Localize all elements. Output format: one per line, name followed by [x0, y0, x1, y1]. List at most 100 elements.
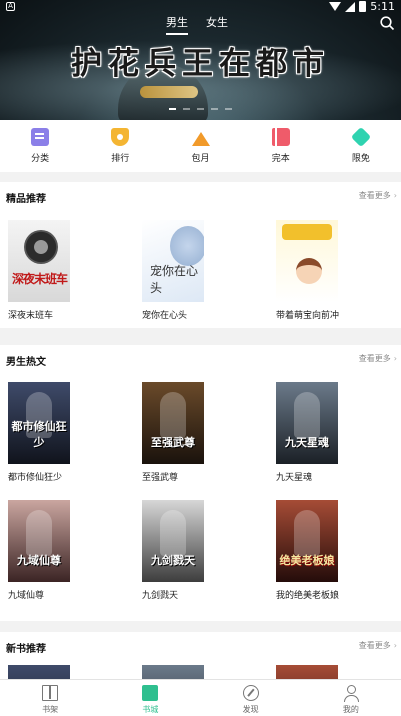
user-icon [343, 685, 359, 702]
category-icon [31, 128, 50, 146]
cover-text: 宠你在心头 [150, 264, 199, 295]
nav-monthly-label: 包月 [191, 154, 210, 164]
tab-male[interactable]: 男生 [166, 14, 188, 35]
book-title: 深夜末班车 [8, 311, 54, 321]
chevron-right-icon: › [393, 191, 397, 200]
status-bar: A 5:11 [0, 0, 401, 14]
book-cover [276, 220, 338, 302]
carousel-dot[interactable] [197, 108, 204, 110]
cover-art [296, 258, 322, 284]
book-title: 至强武尊 [142, 473, 179, 483]
book-cover[interactable] [142, 665, 204, 679]
nav-category[interactable]: 分类 [0, 120, 80, 172]
book-card[interactable]: 九剑戮天 九剑戮天 [142, 500, 232, 601]
tab-label: 书城 [142, 705, 159, 714]
book-cover: 绝美老板娘 [276, 500, 338, 582]
view-more-link[interactable]: 查看更多 › [359, 353, 397, 364]
section-title: 男生热文 [6, 357, 46, 368]
tab-bookshelf[interactable]: 书架 [0, 680, 100, 716]
section-header: 精品推荐 查看更多 › [0, 182, 401, 206]
book-cover[interactable] [8, 665, 70, 679]
book-cover: 九天星魂 [276, 382, 338, 464]
book-title: 九天星魂 [276, 473, 313, 483]
book-title: 带着萌宝向前冲 [276, 311, 340, 321]
hero-banner[interactable]: 护花兵王在都市 A 5:11 男生 女生 [0, 0, 401, 120]
section-title: 精品推荐 [6, 194, 46, 205]
cover-art [160, 510, 186, 556]
book-title: 九剑戮天 [142, 591, 179, 601]
wifi-icon [329, 2, 342, 11]
view-more-link[interactable]: 查看更多 › [359, 640, 397, 651]
book-card[interactable]: 都市修仙狂少 都市修仙狂少 [8, 382, 98, 483]
view-more-label: 查看更多 [358, 354, 391, 363]
nav-completed[interactable]: 完本 [241, 120, 321, 172]
book-card[interactable]: 九域仙尊 九域仙尊 [8, 500, 98, 601]
tab-bookstore[interactable]: 书城 [100, 680, 200, 716]
book-title: 九域仙尊 [8, 591, 45, 601]
book-cover: 都市修仙狂少 [8, 382, 70, 464]
gender-tabs: 男生 女生 [166, 14, 228, 35]
view-more-label: 查看更多 [358, 191, 391, 200]
cover-art [26, 510, 52, 556]
carousel-dot[interactable] [169, 108, 176, 110]
status-time: 5:11 [370, 0, 395, 13]
ranking-icon [111, 128, 130, 146]
nav-free[interactable]: 限免 [321, 120, 401, 172]
tab-female[interactable]: 女生 [206, 14, 228, 35]
cover-text: 至强武尊 [151, 436, 195, 449]
nav-category-label: 分类 [31, 154, 50, 164]
cover-art [294, 392, 320, 438]
book-cover: 深夜末班车 [8, 220, 70, 302]
book-card[interactable]: 深夜末班车 深夜末班车 [8, 220, 98, 321]
cover-text: 绝美老板娘 [279, 554, 335, 567]
carousel-dot[interactable] [225, 108, 232, 110]
book-cover: 九剑戮天 [142, 500, 204, 582]
cover-text: 九域仙尊 [17, 554, 61, 567]
nav-completed-label: 完本 [271, 154, 290, 164]
cover-art [170, 226, 204, 266]
view-more-link[interactable]: 查看更多 › [359, 190, 397, 201]
cover-text: 都市修仙狂少 [11, 420, 67, 449]
search-icon[interactable] [379, 15, 395, 31]
tag-icon [350, 126, 372, 148]
book-card[interactable]: 宠你在心头 宠你在心头 [142, 220, 232, 321]
book-card[interactable]: 绝美老板娘 我的绝美老板娘 [276, 500, 366, 601]
carousel-dot[interactable] [211, 108, 218, 110]
section-header: 男生热文 查看更多 › [0, 345, 401, 369]
nav-ranking[interactable]: 排行 [80, 120, 160, 172]
section-header: 新书推荐 查看更多 › [0, 632, 401, 656]
tab-discover[interactable]: 发现 [201, 680, 301, 716]
banner-figure-visor [140, 86, 198, 98]
tab-profile[interactable]: 我的 [301, 680, 401, 716]
carousel-dot[interactable] [183, 108, 190, 110]
notification-icon: A [6, 2, 15, 11]
chevron-right-icon: › [393, 354, 397, 363]
bottom-nav: 书架 书城 发现 我的 [0, 679, 401, 716]
book-cover[interactable] [276, 665, 338, 679]
signal-icon [345, 1, 356, 12]
book-cover: 至强武尊 [142, 382, 204, 464]
book-card[interactable]: 至强武尊 至强武尊 [142, 382, 232, 483]
bookstore-icon [142, 685, 159, 701]
book-card[interactable]: 带着萌宝向前冲 [276, 220, 366, 321]
book-title: 宠你在心头 [142, 311, 188, 321]
cover-art [282, 224, 332, 240]
section-new-books: 新书推荐 查看更多 › [0, 632, 401, 679]
cover-art [24, 230, 58, 264]
cover-art [294, 510, 320, 556]
tab-label: 发现 [242, 705, 259, 714]
crown-icon [191, 132, 210, 146]
battery-icon [359, 1, 367, 12]
nav-ranking-label: 排行 [111, 154, 130, 164]
banner-title: 护花兵王在都市 [71, 46, 330, 82]
nav-monthly[interactable]: 包月 [160, 120, 240, 172]
cover-text: 九剑戮天 [151, 554, 195, 567]
cover-text: 九天星魂 [285, 436, 329, 449]
view-more-label: 查看更多 [358, 641, 391, 650]
book-title: 都市修仙狂少 [8, 473, 63, 483]
book-card[interactable]: 九天星魂 九天星魂 [276, 382, 366, 483]
tab-label: 书架 [42, 705, 59, 714]
book-icon [271, 128, 290, 146]
carousel-indicator [0, 108, 401, 110]
cover-art [160, 392, 186, 438]
